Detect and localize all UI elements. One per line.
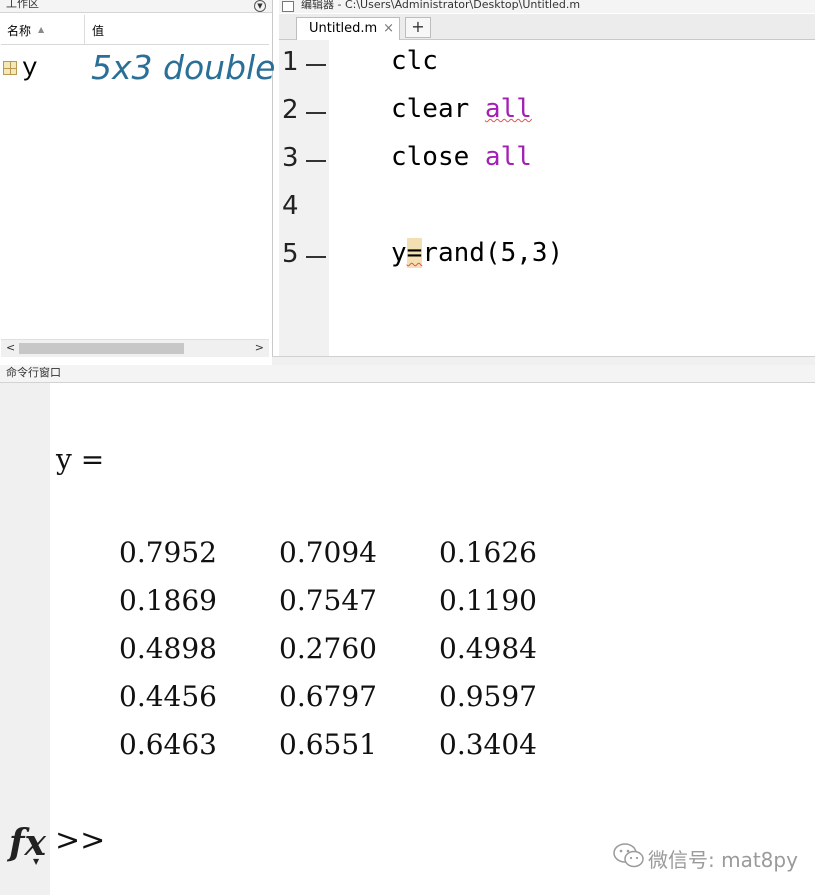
scroll-right-arrow-icon[interactable]: > xyxy=(255,341,264,354)
matrix-cell: 0.4898 xyxy=(119,632,217,665)
chevron-down-circle-icon[interactable]: ▼ xyxy=(254,0,266,12)
editor-title: 编辑器 - C:\Users\Administrator\Desktop\Unt… xyxy=(301,0,581,11)
column-divider[interactable] xyxy=(84,15,85,44)
variable-value[interactable]: 5x3 double xyxy=(91,48,275,87)
variable-name[interactable]: y xyxy=(22,53,38,83)
code-text: close xyxy=(391,142,485,172)
matrix-cell: 0.9597 xyxy=(439,680,537,713)
line-number: 4 xyxy=(282,191,299,221)
matrix-cell: 0.2760 xyxy=(279,632,377,665)
tab-label[interactable]: Untitled.m xyxy=(309,21,377,36)
code-line[interactable]: clc xyxy=(391,46,438,76)
matrix-cell: 0.4456 xyxy=(119,680,217,713)
code-line[interactable]: y=rand(5,3) xyxy=(391,238,563,268)
matrix-cell: 0.6797 xyxy=(279,680,377,713)
code-text: y xyxy=(391,238,407,268)
column-header-name[interactable]: 名称 xyxy=(7,22,31,39)
breakpoint-marker[interactable] xyxy=(306,64,326,66)
code-line[interactable]: close all xyxy=(391,142,532,172)
editor-title-bar: 编辑器 - C:\Users\Administrator\Desktop\Unt… xyxy=(279,0,815,13)
workspace-title: 工作区 xyxy=(6,0,39,10)
code-line[interactable]: clear all xyxy=(391,94,532,124)
command-window-title: 命令行窗口 xyxy=(6,366,61,379)
line-number: 5 xyxy=(282,239,299,269)
matrix-variable-icon xyxy=(3,61,17,75)
code-keyword: all xyxy=(484,142,532,172)
add-tab-button[interactable]: + xyxy=(405,17,431,38)
command-window-title-bar: 命令行窗口 xyxy=(0,365,815,383)
column-header-value[interactable]: 值 xyxy=(92,22,104,39)
scroll-left-arrow-icon[interactable]: < xyxy=(6,341,15,354)
code-text: rand(5,3) xyxy=(422,238,564,268)
line-number: 1 xyxy=(282,47,299,77)
output-variable-line: y = xyxy=(56,443,105,476)
breakpoint-marker[interactable] xyxy=(306,160,326,162)
breakpoint-marker[interactable] xyxy=(306,256,326,258)
watermark: 微信号: mat8py xyxy=(612,840,812,878)
editor-pencil-icon xyxy=(282,1,294,12)
matrix-cell: 0.1626 xyxy=(439,536,537,569)
line-number: 2 xyxy=(282,95,299,125)
line-number: 3 xyxy=(282,143,299,173)
chevron-down-icon[interactable]: ▼ xyxy=(33,857,39,866)
code-highlight: = xyxy=(406,238,423,268)
matrix-cell: 0.7547 xyxy=(279,584,377,617)
code-area[interactable] xyxy=(329,40,815,356)
matrix-cell: 0.4984 xyxy=(439,632,537,665)
editor-tab-bar: Untitled.m × + xyxy=(279,14,815,40)
command-window-margin xyxy=(0,383,50,895)
workspace-horizontal-scrollbar[interactable]: < > xyxy=(1,339,269,357)
code-keyword: all xyxy=(484,94,532,124)
matrix-cell: 0.6463 xyxy=(119,728,217,761)
matrix-cell: 0.3404 xyxy=(439,728,537,761)
command-prompt[interactable]: >> xyxy=(55,823,105,858)
scrollbar-thumb[interactable] xyxy=(19,343,184,354)
workspace-header-row: 名称 ▲ 值 xyxy=(1,15,269,45)
sort-ascending-icon: ▲ xyxy=(38,25,45,34)
watermark-text: 微信号: mat8py xyxy=(648,848,798,872)
close-icon[interactable]: × xyxy=(383,21,394,36)
function-browser-icon[interactable]: fx xyxy=(9,822,46,864)
breakpoint-gutter[interactable] xyxy=(301,40,329,356)
matrix-cell: 0.1869 xyxy=(119,584,217,617)
tab-untitled-m[interactable]: Untitled.m × xyxy=(296,17,400,40)
matrix-cell: 0.1190 xyxy=(439,584,537,617)
matrix-cell: 0.6551 xyxy=(279,728,377,761)
matrix-cell: 0.7094 xyxy=(279,536,377,569)
matrix-cell: 0.7952 xyxy=(119,536,217,569)
workspace-title-bar: 工作区 ▼ xyxy=(0,0,272,13)
wechat-icon xyxy=(613,843,644,868)
code-text: clear xyxy=(391,94,485,124)
breakpoint-marker[interactable] xyxy=(306,112,326,114)
